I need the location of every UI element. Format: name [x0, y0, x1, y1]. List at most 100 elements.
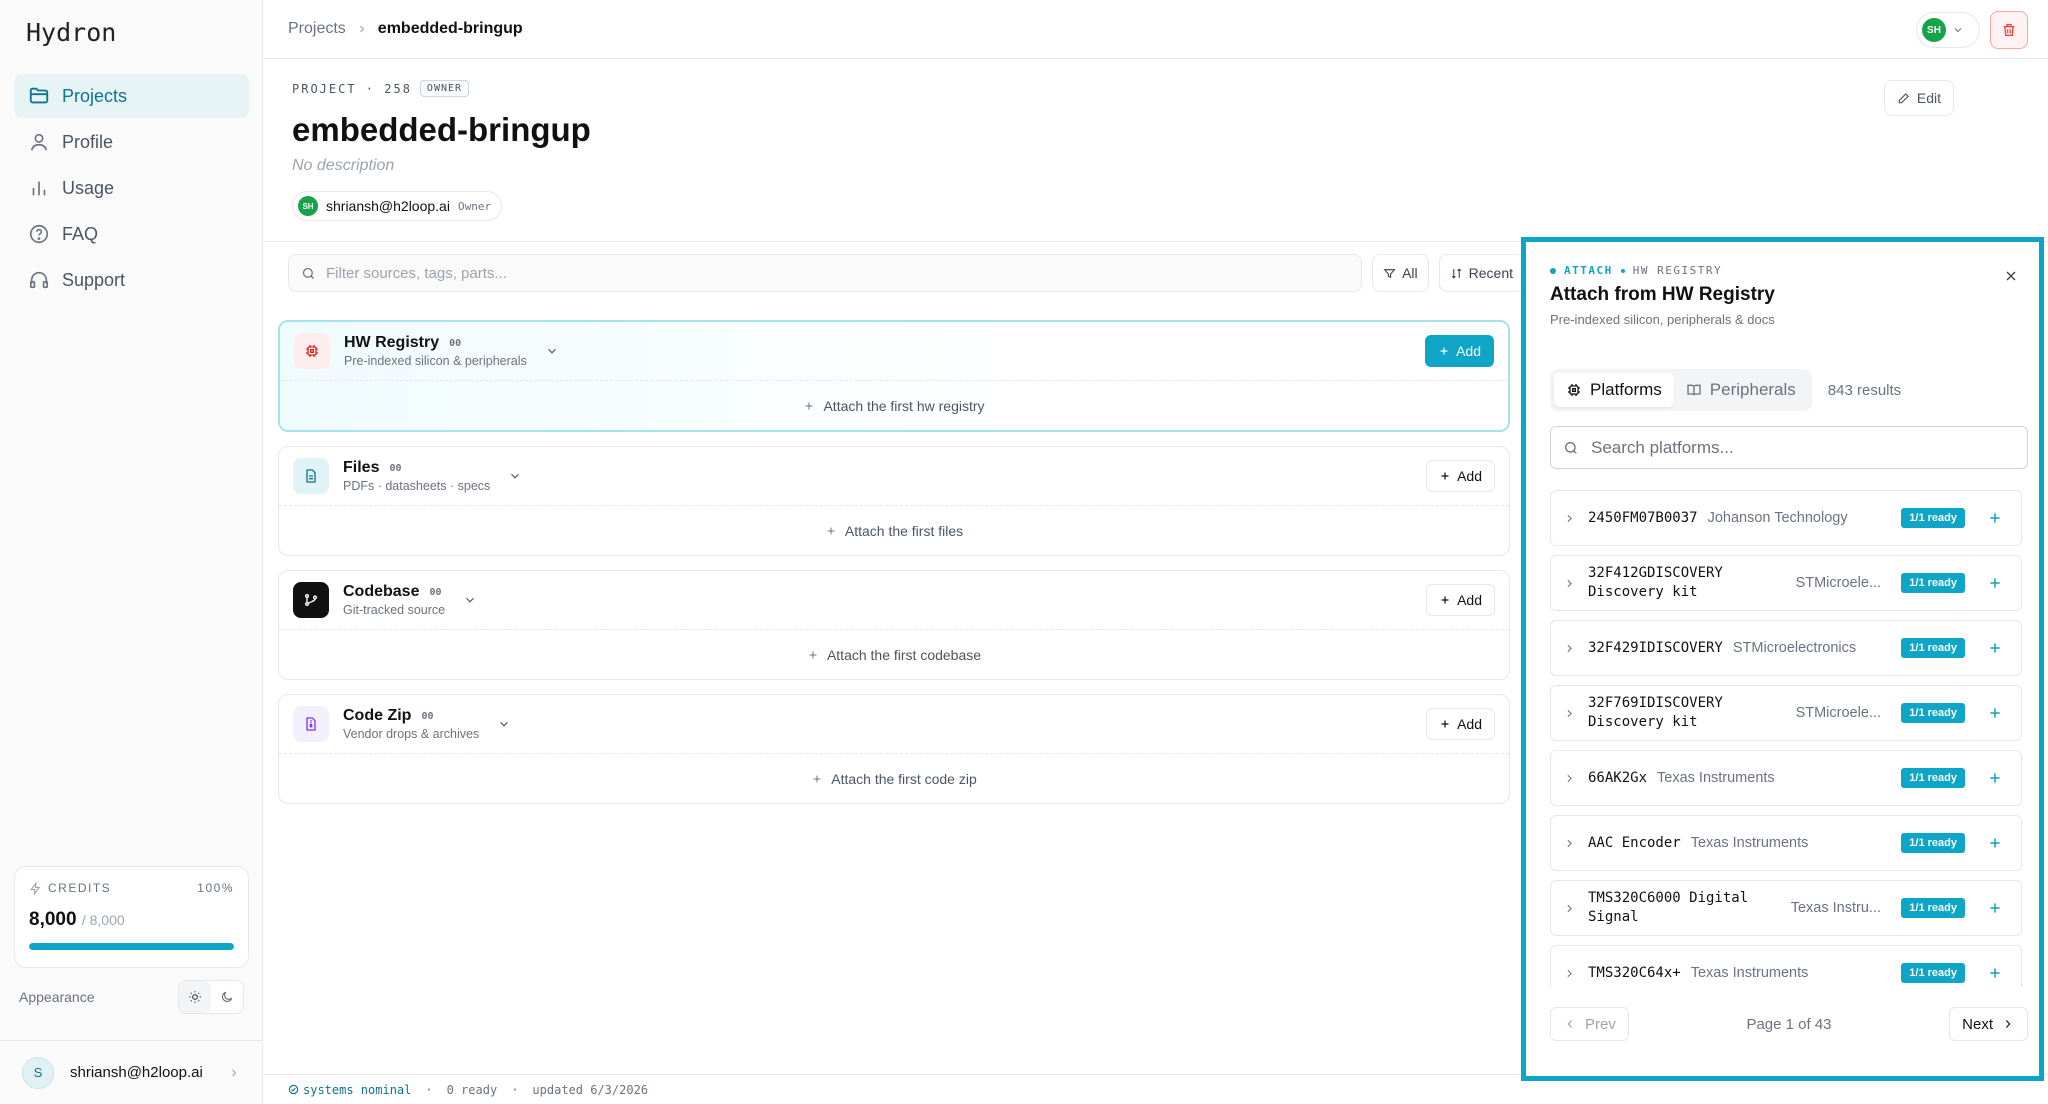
source-count: 00 — [449, 337, 462, 349]
add-platform-button[interactable] — [1987, 510, 2003, 526]
platform-list: 2450FM07B0037 Johanson Technology 1/1 read… — [1550, 490, 2022, 987]
platform-row[interactable]: 2450FM07B0037 Johanson Technology 1/1 read… — [1550, 490, 2022, 546]
chevron-right-icon[interactable] — [1563, 967, 1576, 980]
sort-recent-button[interactable]: Recent — [1438, 254, 1524, 292]
platform-name-line1: 2450FM07B0037 — [1588, 509, 1698, 526]
tab-peripherals[interactable]: Peripherals — [1674, 373, 1808, 407]
add-platform-button[interactable] — [1987, 965, 2003, 981]
chevron-down-icon[interactable] — [508, 469, 522, 483]
add-hw-registry-button[interactable]: Add — [1425, 335, 1494, 367]
tab-label: Platforms — [1590, 380, 1662, 399]
avatar: SH — [298, 196, 318, 216]
chevron-down-icon[interactable] — [463, 593, 477, 607]
chevron-left-icon — [1563, 1017, 1577, 1031]
user-menu-button[interactable]: SH — [1916, 12, 1980, 48]
add-platform-button[interactable] — [1987, 900, 2003, 916]
next-button[interactable]: Next — [1949, 1007, 2028, 1041]
source-list: HW Registry 00 Pre-indexed silicon & peri… — [278, 320, 1510, 818]
platform-row[interactable]: 32F429IDISCOVERY STMicroelectronics 1/1 re… — [1550, 620, 2022, 676]
panel-kicker: ATTACH HW REGISTRY — [1550, 264, 1722, 277]
sidebar-item-support[interactable]: Support — [14, 258, 249, 302]
chevron-right-icon[interactable] — [1563, 577, 1576, 590]
search-input[interactable]: Search platforms... — [1550, 426, 2028, 469]
status-updated: updated 6/3/2026 — [532, 1082, 649, 1097]
chevron-right-icon[interactable] — [1563, 707, 1576, 720]
platform-vendor: STMicroele... — [1795, 575, 1881, 591]
light-theme-button[interactable] — [179, 981, 211, 1013]
platform-vendor: STMicroele... — [1795, 705, 1881, 721]
search-icon — [301, 266, 316, 281]
add-platform-button[interactable] — [1987, 640, 2003, 656]
add-platform-button[interactable] — [1987, 705, 2003, 721]
add-label: Add — [1457, 592, 1482, 608]
delete-project-button[interactable] — [1990, 11, 2028, 49]
chevron-right-icon[interactable] — [1563, 837, 1576, 850]
credits-total: / 8,000 — [81, 912, 125, 928]
plus-icon — [803, 400, 815, 412]
platform-row[interactable]: 32F412GDISCOVERY Discovery kit STMicroele.… — [1550, 555, 2022, 611]
filter-all-button[interactable]: All — [1372, 254, 1429, 292]
platform-row[interactable]: TMS320C6000 Digital Signal Texas Instru...… — [1550, 880, 2022, 936]
platform-row[interactable]: 32F769IDISCOVERY Discovery kit STMicroele.… — [1550, 685, 2022, 741]
bar-chart-icon — [28, 177, 62, 199]
filter-input[interactable]: Filter sources, tags, parts... — [288, 254, 1363, 292]
attach-code-zip-link[interactable]: Attach the first code zip — [279, 753, 1509, 803]
add-platform-button[interactable] — [1987, 835, 2003, 851]
add-codebase-button[interactable]: Add — [1426, 584, 1495, 616]
ready-badge: 1/1 ready — [1901, 508, 1965, 528]
next-label: Next — [1962, 1015, 1993, 1033]
source-count: 00 — [389, 462, 402, 474]
plus-icon — [807, 649, 819, 661]
sidebar-item-projects[interactable]: Projects — [14, 74, 249, 118]
owner-tag: OWNER — [419, 80, 470, 97]
member-chip[interactable]: SH shriansh@h2loop.ai Owner — [292, 191, 503, 221]
platform-name-line1: AAC Encoder — [1588, 834, 1681, 851]
attach-hw-registry-link[interactable]: Attach the first hw registry — [280, 380, 1508, 430]
chevron-right-icon[interactable] — [1563, 902, 1576, 915]
app-logo[interactable]: Hydron — [26, 18, 116, 47]
git-branch-icon — [293, 582, 329, 618]
breadcrumb: Projects embedded-bringup — [288, 20, 523, 38]
prev-button[interactable]: Prev — [1550, 1007, 1629, 1041]
add-platform-button[interactable] — [1987, 575, 2003, 591]
add-platform-button[interactable] — [1987, 770, 2003, 786]
breadcrumb-projects[interactable]: Projects — [288, 20, 346, 38]
credits-percent: 100% — [197, 881, 234, 895]
add-code-zip-button[interactable]: Add — [1426, 708, 1495, 740]
sidebar-item-label: Support — [62, 269, 126, 290]
platform-row[interactable]: TMS320C64x+ Texas Instruments 1/1 ready — [1550, 945, 2022, 987]
close-button[interactable] — [2003, 268, 2019, 284]
platform-name: 32F769IDISCOVERY Discovery kit — [1588, 694, 1768, 732]
chevron-right-icon[interactable] — [1563, 772, 1576, 785]
source-subtitle: Vendor drops & archives — [343, 727, 480, 741]
help-icon — [28, 223, 62, 245]
tab-platforms[interactable]: Platforms — [1554, 373, 1674, 407]
account-menu[interactable]: S shriansh@h2loop.ai — [0, 1040, 262, 1104]
source-card-files: Files 00 PDFs · datasheets · specs Add At… — [278, 446, 1510, 556]
chevron-down-icon[interactable] — [545, 344, 559, 358]
status-nominal: systems nominal — [303, 1082, 412, 1097]
page-title: embedded-bringup — [292, 111, 591, 148]
attach-label: Attach the first files — [844, 522, 964, 539]
attach-files-link[interactable]: Attach the first files — [279, 505, 1509, 555]
platform-name-line2: Discovery kit — [1588, 584, 1698, 600]
source-name: HW Registry — [344, 334, 440, 351]
member-role: Owner — [457, 199, 492, 213]
sidebar-item-profile[interactable]: Profile — [14, 120, 249, 164]
attach-label: Attach the first code zip — [831, 770, 977, 787]
platform-row[interactable]: AAC Encoder Texas Instruments 1/1 ready — [1550, 815, 2022, 871]
attach-codebase-link[interactable]: Attach the first codebase — [279, 629, 1509, 679]
platform-row[interactable]: 66AK2Gx Texas Instruments 1/1 ready — [1550, 750, 2022, 806]
platform-name: 2450FM07B0037 — [1588, 509, 1698, 528]
sidebar-item-faq[interactable]: FAQ — [14, 212, 249, 256]
user-icon — [28, 131, 62, 153]
add-files-button[interactable]: Add — [1426, 460, 1495, 492]
sidebar-item-usage[interactable]: Usage — [14, 166, 249, 210]
source-count: 00 — [429, 586, 442, 598]
dark-theme-button[interactable] — [211, 981, 243, 1013]
chevron-down-icon[interactable] — [497, 717, 511, 731]
edit-button[interactable]: Edit — [1883, 80, 1954, 116]
chevron-right-icon[interactable] — [1563, 512, 1576, 525]
source-card-hw-registry: HW Registry 00 Pre-indexed silicon & peri… — [278, 320, 1510, 432]
chevron-right-icon[interactable] — [1563, 642, 1576, 655]
